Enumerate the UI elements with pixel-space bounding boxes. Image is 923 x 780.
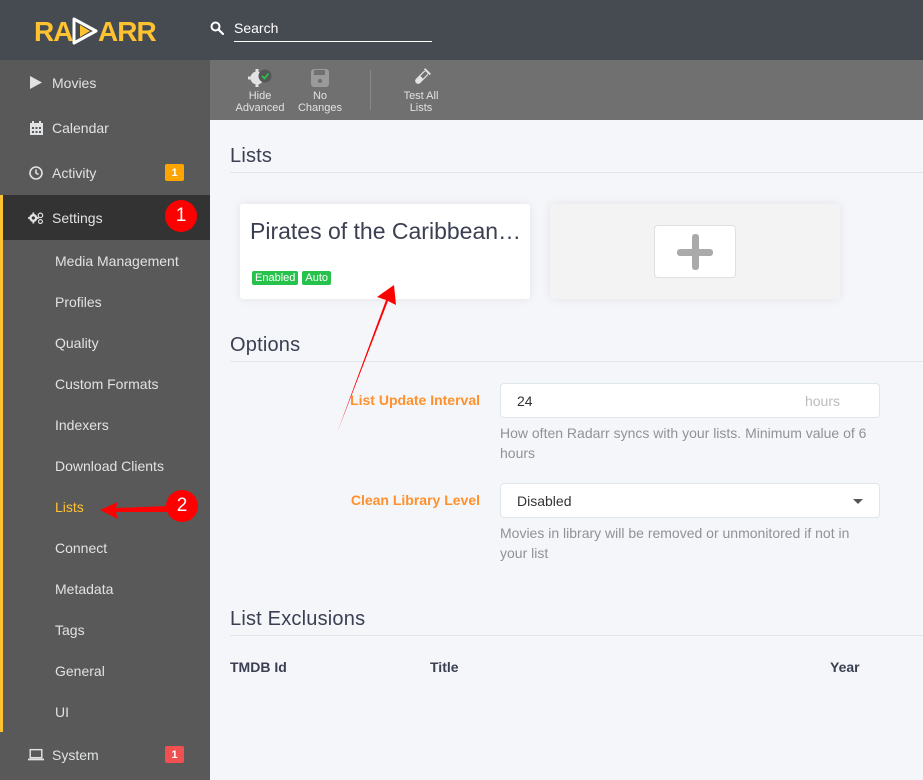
submenu-download-clients[interactable]: Download Clients [55, 445, 164, 486]
submenu-connect[interactable]: Connect [55, 527, 107, 568]
auto-tag: Auto [302, 271, 332, 285]
test-tube-icon [415, 68, 431, 84]
sidebar-item-calendar[interactable]: Calendar [0, 105, 210, 150]
add-list-button[interactable] [654, 225, 736, 278]
annotation-arrow-to-card [337, 285, 396, 433]
step-1-marker: 1 [165, 200, 197, 232]
options-section-title: Options [230, 334, 301, 356]
save-line2: Changes [297, 102, 343, 114]
radarr-logo[interactable]: RA ARR [34, 14, 156, 48]
submenu-lists[interactable]: Lists [55, 486, 84, 527]
hide-advanced-line1: Hide [248, 90, 272, 102]
step-2-marker: 2 [166, 490, 198, 522]
sidebar-item-label: Movies [52, 74, 97, 91]
section-divider [230, 361, 923, 362]
submenu-custom-formats[interactable]: Custom Formats [55, 363, 158, 404]
list-update-interval-input[interactable]: 24 hours [500, 383, 880, 418]
search-bar [210, 18, 432, 42]
sidebar-item-system[interactable]: System 1 [0, 732, 210, 777]
play-icon [28, 75, 44, 91]
enabled-tag: Enabled [252, 271, 299, 285]
test-all-lists-button[interactable]: Test All Lists [392, 68, 450, 118]
list-card[interactable]: Pirates of the Caribbean… Enabled Auto [240, 204, 530, 299]
list-card-tags: Enabled Auto [252, 271, 332, 285]
sidebar-item-label: System [52, 746, 99, 763]
sidebar-item-label: Calendar [52, 119, 109, 136]
submenu-tags[interactable]: Tags [55, 609, 85, 650]
test-all-line1: Test All [403, 90, 439, 102]
submenu-media-management[interactable]: Media Management [55, 240, 179, 281]
system-count-badge: 1 [165, 746, 184, 763]
submenu-metadata[interactable]: Metadata [55, 568, 113, 609]
list-card-title: Pirates of the Caribbean… [250, 218, 522, 244]
test-all-line2: Lists [409, 102, 433, 114]
search-input[interactable] [234, 18, 432, 42]
hours-unit-label: hours [804, 393, 840, 409]
plus-icon [677, 233, 713, 270]
sidebar-item-label: Settings [52, 209, 103, 226]
clean-library-level-select[interactable]: Disabled [500, 483, 880, 518]
calendar-icon [28, 120, 44, 136]
save-changes-button[interactable]: No Changes [291, 68, 349, 118]
sidebar-item-activity[interactable]: Activity 1 [0, 150, 210, 195]
laptop-icon [28, 747, 44, 763]
sidebar-item-movies[interactable]: Movies [0, 60, 210, 105]
submenu-indexers[interactable]: Indexers [55, 404, 109, 445]
column-header-title[interactable]: Title [430, 659, 459, 675]
submenu-general[interactable]: General [55, 650, 105, 691]
clean-library-level-help: Movies in library will be removed or unm… [500, 525, 850, 561]
section-divider [230, 635, 923, 636]
submenu-ui[interactable]: UI [55, 691, 69, 732]
submenu-profiles[interactable]: Profiles [55, 281, 102, 322]
app-root: RA ARR Movies Calendar [0, 0, 923, 780]
svg-text:RA: RA [34, 16, 73, 47]
hide-advanced-line2: Advanced [235, 102, 285, 114]
lists-section-title: Lists [230, 145, 273, 167]
toolbar-separator [370, 70, 371, 110]
clean-library-level-value: Disabled [517, 493, 572, 509]
advanced-settings-icon [248, 69, 272, 87]
column-header-year[interactable]: Year [830, 659, 860, 675]
sidebar: Movies Calendar Activity 1 Settings Medi… [0, 60, 210, 780]
search-icon [210, 21, 224, 35]
list-update-interval-value: 24 [517, 393, 533, 409]
exclusions-section-title: List Exclusions [230, 608, 366, 630]
page-toolbar: Hide Advanced No Changes Test All Lists [210, 60, 923, 120]
section-divider [230, 172, 923, 173]
chevron-down-icon [853, 499, 863, 504]
settings-submenu: Media Management Profiles Quality Custom… [0, 240, 210, 732]
list-update-interval-help: How often Radarr syncs with your lists. … [500, 425, 867, 461]
save-icon [311, 69, 329, 87]
sidebar-item-label: Activity [52, 164, 97, 181]
submenu-quality[interactable]: Quality [55, 322, 99, 363]
list-update-interval-label: List Update Interval [350, 392, 480, 408]
hide-advanced-button[interactable]: Hide Advanced [231, 68, 289, 118]
column-header-tmdb-id[interactable]: TMDB Id [230, 659, 287, 675]
gears-icon [28, 210, 44, 226]
top-header: RA ARR [0, 0, 923, 60]
clean-library-level-label: Clean Library Level [350, 492, 480, 508]
add-list-card[interactable] [550, 204, 840, 299]
svg-text:ARR: ARR [98, 16, 156, 47]
activity-count-badge: 1 [165, 164, 184, 181]
clock-icon [28, 165, 44, 181]
save-line1: No [312, 90, 328, 102]
